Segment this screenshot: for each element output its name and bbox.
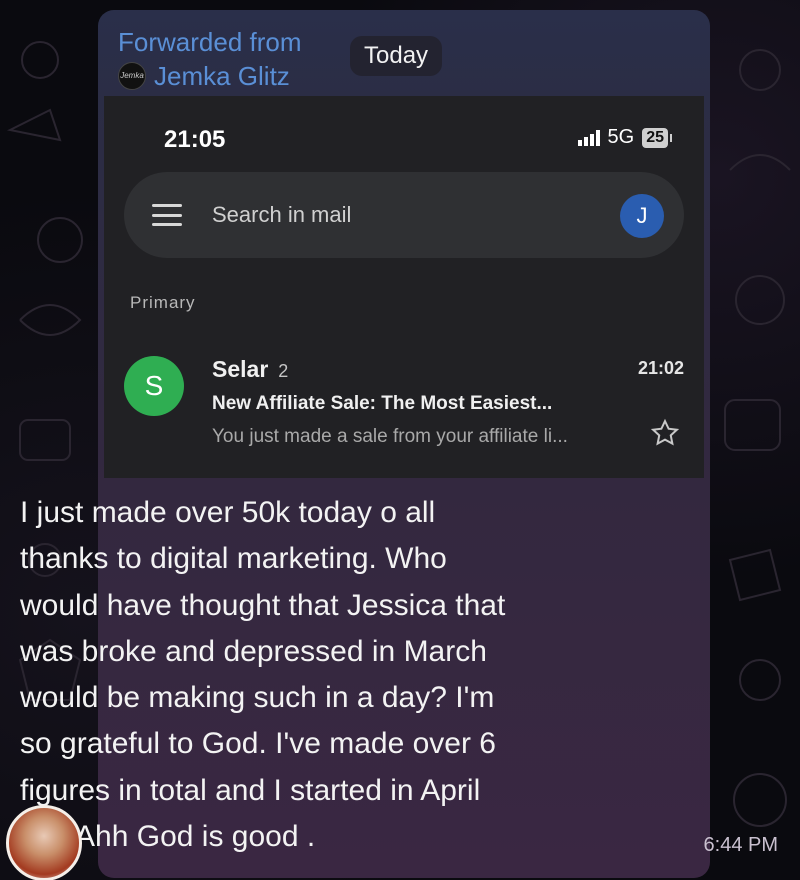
sender-avatar: S (124, 356, 184, 416)
account-avatar: J (620, 194, 664, 238)
email-screenshot-image[interactable]: 21:05 5G 25 Search in mail J Primary S S… (104, 96, 704, 478)
forwarded-header[interactable]: Forwarded from Jemka Jemka Glitz (118, 26, 302, 92)
forwarded-sender-name[interactable]: Jemka Glitz (154, 60, 290, 92)
signal-icon (577, 129, 600, 146)
forwarded-sender[interactable]: Jemka Jemka Glitz (118, 60, 302, 92)
sender-line: Selar 2 (212, 356, 288, 383)
message-line: Oo. Ahh God is good . (20, 820, 316, 854)
hamburger-menu-icon (152, 204, 182, 226)
message-line: so grateful to God. I've made over 6 (20, 727, 496, 761)
forwarded-label: Forwarded from (118, 27, 302, 57)
message-line: was broke and depressed in March (20, 634, 487, 668)
email-sender: Selar (212, 356, 269, 382)
forwarded-sender-avatar: Jemka (118, 62, 146, 90)
message-line: I just made over 50k today o all (20, 496, 436, 529)
date-pill: Today (350, 36, 443, 76)
message-text: I just made over 50k today o all thanks … (20, 490, 600, 860)
status-bar-indicators: 5G 25 (577, 126, 672, 149)
status-bar-time: 21:05 (164, 126, 226, 153)
user-avatar[interactable] (6, 805, 82, 880)
email-list-item: S Selar 2 21:02 New Affiliate Sale: The … (104, 346, 704, 456)
email-subject: New Affiliate Sale: The Most Easiest... (212, 393, 553, 414)
email-time: 21:02 (637, 358, 684, 378)
email-snippet: You just made a sale from your affiliate… (212, 426, 568, 447)
message-line: would be making such in a day? I'm (20, 681, 495, 715)
inbox-section-label: Primary (130, 293, 196, 312)
mail-search-bar: Search in mail J (124, 172, 684, 258)
battery-icon: 25 (642, 127, 672, 148)
message-line: thanks to digital marketing. Who (20, 542, 447, 576)
message-timestamp: 6:44 PM (703, 834, 778, 856)
star-icon (650, 418, 680, 446)
mail-search-placeholder: Search in mail (212, 202, 352, 227)
network-type: 5G (607, 126, 635, 148)
thread-count: 2 (278, 361, 289, 381)
message-line: would have thought that Jessica that (20, 588, 506, 622)
message-line: figures in total and I started in April (20, 773, 481, 807)
